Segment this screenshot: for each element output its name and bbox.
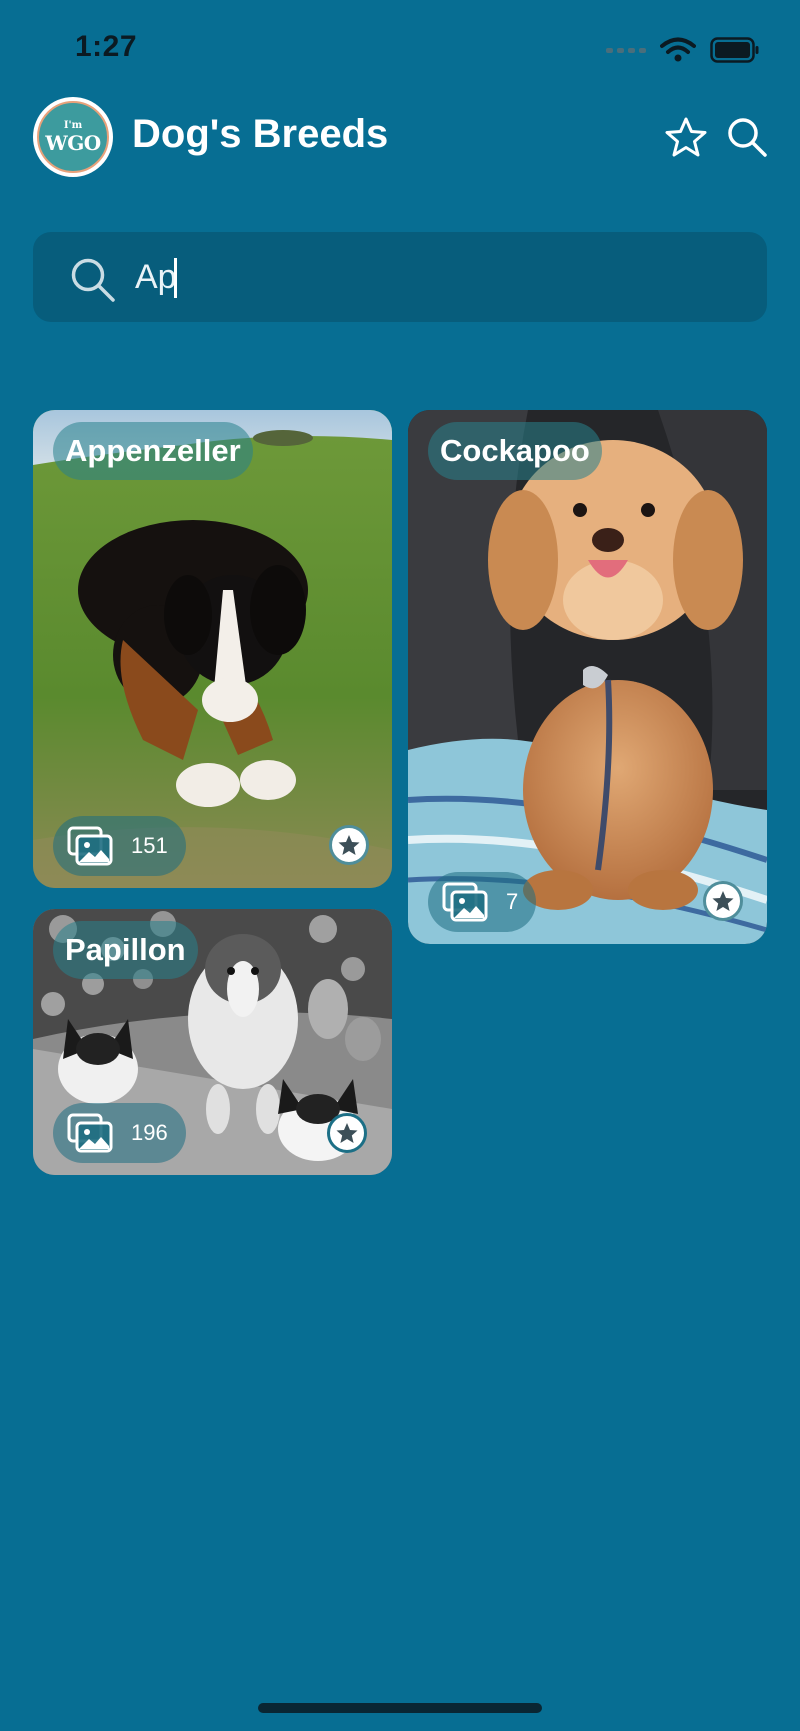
star-filled-icon bbox=[338, 835, 360, 855]
status-time: 1:27 bbox=[75, 30, 138, 63]
home-indicator bbox=[258, 1703, 542, 1713]
photo-count-badge: 7 bbox=[428, 872, 537, 932]
search-icon[interactable] bbox=[726, 116, 768, 158]
search-input[interactable]: Ap bbox=[135, 252, 177, 302]
photo-count-badge: 151 bbox=[53, 816, 186, 876]
photo-gallery-icon bbox=[67, 826, 113, 866]
photo-count: 7 bbox=[506, 889, 519, 914]
breed-card-appenzeller[interactable]: Appenzeller 151 bbox=[33, 410, 392, 888]
photo-count: 151 bbox=[131, 833, 168, 858]
photo-count-badge: 196 bbox=[53, 1103, 186, 1163]
star-outline-icon[interactable] bbox=[665, 116, 707, 158]
page-title: Dog's Breeds bbox=[132, 112, 389, 156]
app-logo: I'm WGO bbox=[33, 97, 113, 177]
star-filled-icon bbox=[712, 891, 734, 911]
logo-wordmark: WGO bbox=[45, 131, 101, 155]
breed-name-label: Papillon bbox=[53, 921, 198, 979]
favorite-button[interactable] bbox=[327, 1113, 367, 1153]
breed-photo bbox=[408, 410, 767, 944]
favorite-button[interactable] bbox=[329, 825, 369, 865]
search-field[interactable]: Ap bbox=[33, 232, 767, 322]
search-field-icon bbox=[71, 258, 115, 302]
photo-count: 196 bbox=[131, 1120, 168, 1145]
photo-gallery-icon bbox=[442, 882, 488, 922]
cellular-signal-icon bbox=[606, 47, 646, 53]
logo-tagline: I'm bbox=[63, 120, 83, 131]
text-caret bbox=[174, 258, 177, 298]
breed-name-label: Cockapoo bbox=[428, 422, 602, 480]
breed-name-label: Appenzeller bbox=[53, 422, 253, 480]
breed-card-papillon[interactable]: Papillon 196 bbox=[33, 909, 392, 1175]
star-filled-icon bbox=[336, 1123, 358, 1143]
status-indicators bbox=[606, 36, 760, 64]
wifi-icon bbox=[660, 37, 696, 62]
breed-card-cockapoo[interactable]: Cockapoo 7 bbox=[408, 410, 767, 944]
favorite-button[interactable] bbox=[703, 881, 743, 921]
battery-icon bbox=[710, 37, 759, 63]
photo-gallery-icon bbox=[67, 1113, 113, 1153]
